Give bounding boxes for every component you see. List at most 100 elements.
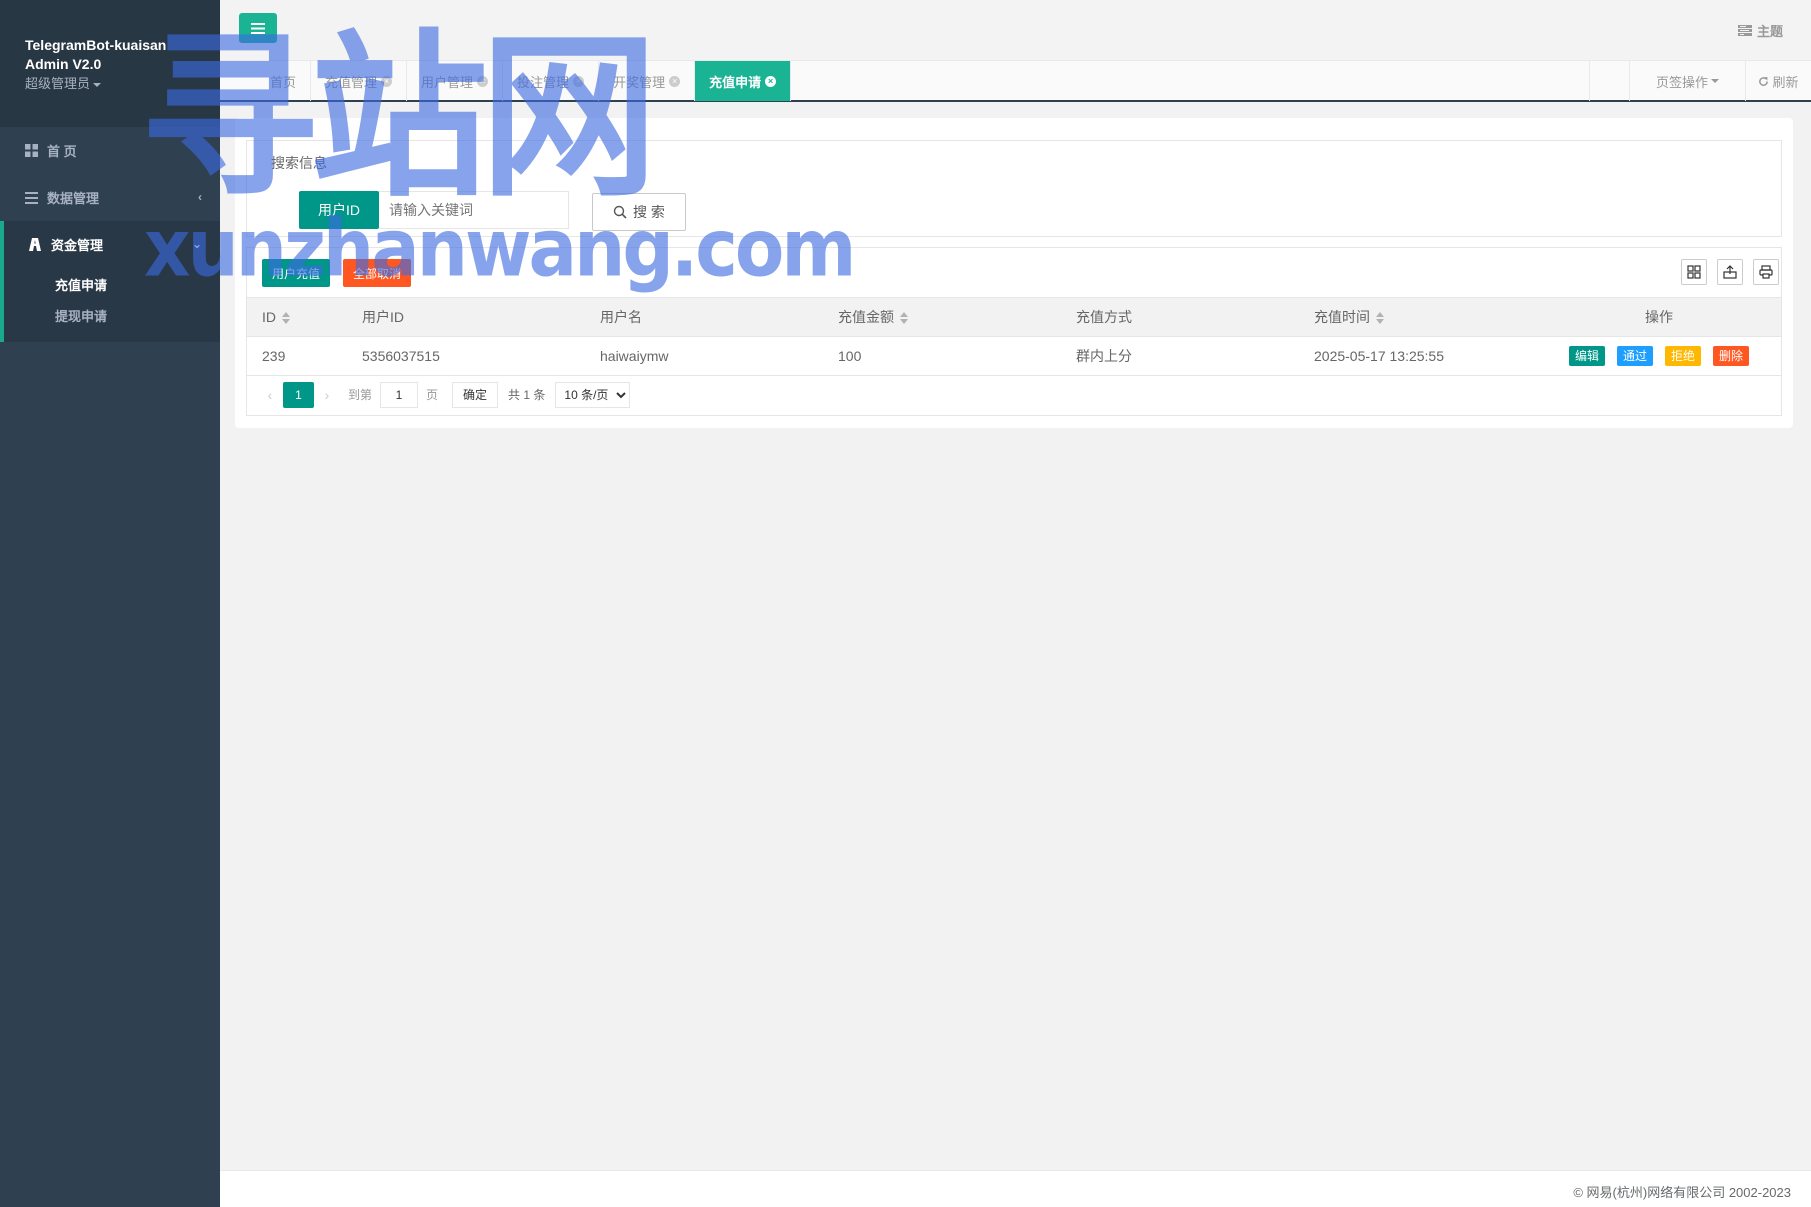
export-button[interactable] <box>1717 259 1743 285</box>
sidebar-group-funds: 资金管理 ⌄ 充值申请 提现申请 <box>0 221 220 342</box>
reject-button[interactable]: 拒绝 <box>1665 345 1702 366</box>
brand-title-line1: TelegramBot-kuaisan <box>25 37 167 53</box>
tab-bet-management[interactable]: 投注管理 × <box>503 61 600 101</box>
column-header-amount[interactable]: 充值金额 <box>823 298 1061 337</box>
sidebar-group-spacer <box>4 334 220 342</box>
top-bar: 主题 <box>220 0 1811 60</box>
copyright-text: © 网易(杭州)网络有限公司 2002-2023 <box>1573 1185 1791 1200</box>
prev-page-icon[interactable]: ‹ <box>257 387 283 403</box>
column-header-actions: 操作 <box>1537 298 1781 337</box>
goto-page-input[interactable] <box>380 381 419 408</box>
menu-toggle-button[interactable] <box>239 13 277 43</box>
cancel-all-button[interactable]: 全部取消 <box>343 259 412 287</box>
column-header-user-id: 用户ID <box>347 298 585 337</box>
delete-button[interactable]: 删除 <box>1713 345 1750 366</box>
cell-actions: 编辑 通过 拒绝 删除 <box>1537 336 1781 376</box>
approve-button[interactable]: 通过 <box>1616 345 1653 366</box>
brand-header: TelegramBot-kuaisan Admin V2.0 超级管理员 <box>0 0 220 127</box>
pagination: ‹ 1 › 到第 页 确定 共 1 条 10 条/页 <box>247 376 1781 414</box>
chevron-left-icon: ‹ <box>198 190 202 204</box>
sort-icon[interactable] <box>900 312 908 325</box>
close-icon[interactable]: × <box>477 75 489 87</box>
close-icon[interactable]: × <box>381 75 393 87</box>
print-button[interactable] <box>1753 259 1779 285</box>
search-icon <box>613 205 627 219</box>
goto-confirm-button[interactable]: 确定 <box>452 381 499 408</box>
refresh-icon <box>1759 76 1769 86</box>
sidebar-item-funds[interactable]: 资金管理 ⌄ <box>4 221 220 268</box>
tab-scroll-right-button[interactable] <box>1589 61 1629 101</box>
column-header-label: 充值方式 <box>1076 308 1132 325</box>
columns-filter-button[interactable] <box>1681 259 1707 285</box>
sidebar-nav: 首 页 数据管理 ‹ 资金管理 ⌄ 充值申请 提现申请 <box>0 127 220 342</box>
table-header-row: ID 用户ID 用户名 充值金额 充值方式 充值时间 操作 <box>247 298 1781 337</box>
brand-title-line2: Admin V2.0 <box>25 56 102 72</box>
road-icon <box>28 238 42 252</box>
cell-amount: 100 <box>823 336 1061 376</box>
role-label: 超级管理员 <box>25 76 91 91</box>
sort-icon[interactable] <box>282 312 290 325</box>
caret-down-icon <box>93 82 102 87</box>
grid-icon <box>24 144 38 158</box>
tab-label: 投注管理 <box>517 74 570 90</box>
tab-operations-dropdown[interactable]: 页签操作 <box>1629 61 1745 101</box>
tab-user-management[interactable]: 用户管理 × <box>407 61 504 101</box>
print-icon <box>1759 265 1773 279</box>
page-tabs: 首页 充值管理 × 用户管理 × 投注管理 × 开奖管理 × 充值申请 × <box>256 61 792 101</box>
theme-label: 主题 <box>1756 24 1783 39</box>
next-page-icon[interactable]: › <box>314 387 340 403</box>
sidebar-item-home[interactable]: 首 页 <box>0 127 220 174</box>
sidebar-subitem-withdraw-request[interactable]: 提现申请 <box>4 301 220 334</box>
tab-draw-management[interactable]: 开奖管理 × <box>599 61 696 101</box>
close-icon[interactable]: × <box>765 75 777 87</box>
sidebar-item-label: 首 页 <box>47 144 77 159</box>
page-size-select[interactable]: 10 条/页 <box>555 381 631 408</box>
tab-label: 首页 <box>270 74 297 90</box>
column-header-method: 充值方式 <box>1061 298 1299 337</box>
tab-ops-label: 页签操作 <box>1655 74 1708 90</box>
column-header-time[interactable]: 充值时间 <box>1299 298 1537 337</box>
edit-button[interactable]: 编辑 <box>1568 345 1605 366</box>
data-table-panel: 用户充值 全部取消 ID 用户ID 用户名 充值金额 充值方式 充值时间 操作 … <box>246 247 1782 416</box>
page-tabs-bar: 首页 充值管理 × 用户管理 × 投注管理 × 开奖管理 × 充值申请 × 页签操作 刷新 <box>220 60 1811 102</box>
close-icon[interactable]: × <box>573 75 585 87</box>
search-panel: 搜索信息 用户ID 搜 索 <box>246 140 1782 237</box>
table-toolbar: 用户充值 全部取消 <box>247 248 1781 298</box>
chevron-down-icon: ⌄ <box>191 237 202 251</box>
column-header-label: 用户名 <box>600 308 642 325</box>
list-icon <box>24 191 38 205</box>
column-header-label: 用户ID <box>362 308 404 325</box>
sort-icon[interactable] <box>1376 312 1384 325</box>
tab-recharge-request[interactable]: 充值申请 × <box>695 61 792 101</box>
tab-home[interactable]: 首页 <box>256 61 312 101</box>
tab-label: 充值申请 <box>709 74 762 90</box>
sidebar-subitem-recharge-request[interactable]: 充值申请 <box>4 268 220 301</box>
page-label: 页 <box>426 388 439 402</box>
export-icon <box>1723 265 1737 279</box>
role-dropdown[interactable]: 超级管理员 <box>25 74 220 94</box>
refresh-label: 刷新 <box>1772 74 1799 90</box>
search-input[interactable] <box>379 191 569 229</box>
search-button-label: 搜 索 <box>633 204 665 220</box>
theme-button[interactable]: 主题 <box>1737 21 1783 40</box>
hamburger-icon <box>251 22 265 34</box>
footer: © 网易(杭州)网络有限公司 2002-2023 <box>220 1170 1811 1207</box>
column-header-id[interactable]: ID <box>247 298 347 337</box>
search-button[interactable]: 搜 索 <box>592 193 686 231</box>
columns-icon <box>1687 265 1701 279</box>
cell-username: haiwaiymw <box>585 336 823 376</box>
sidebar-item-data[interactable]: 数据管理 ‹ <box>0 174 220 221</box>
column-header-username: 用户名 <box>585 298 823 337</box>
column-header-label: 充值金额 <box>838 308 894 325</box>
cell-time: 2025-05-17 13:25:55 <box>1299 336 1537 376</box>
tab-recharge-management[interactable]: 充值管理 × <box>311 61 408 101</box>
column-header-label: 操作 <box>1645 308 1673 325</box>
user-recharge-button[interactable]: 用户充值 <box>262 259 331 287</box>
column-header-label: ID <box>262 308 276 325</box>
sidebar-item-label: 资金管理 <box>51 238 104 253</box>
goto-label: 到第 <box>348 388 373 402</box>
column-header-label: 充值时间 <box>1314 308 1370 325</box>
close-icon[interactable]: × <box>669 75 681 87</box>
page-number-current[interactable]: 1 <box>283 381 314 408</box>
refresh-button[interactable]: 刷新 <box>1745 61 1811 101</box>
